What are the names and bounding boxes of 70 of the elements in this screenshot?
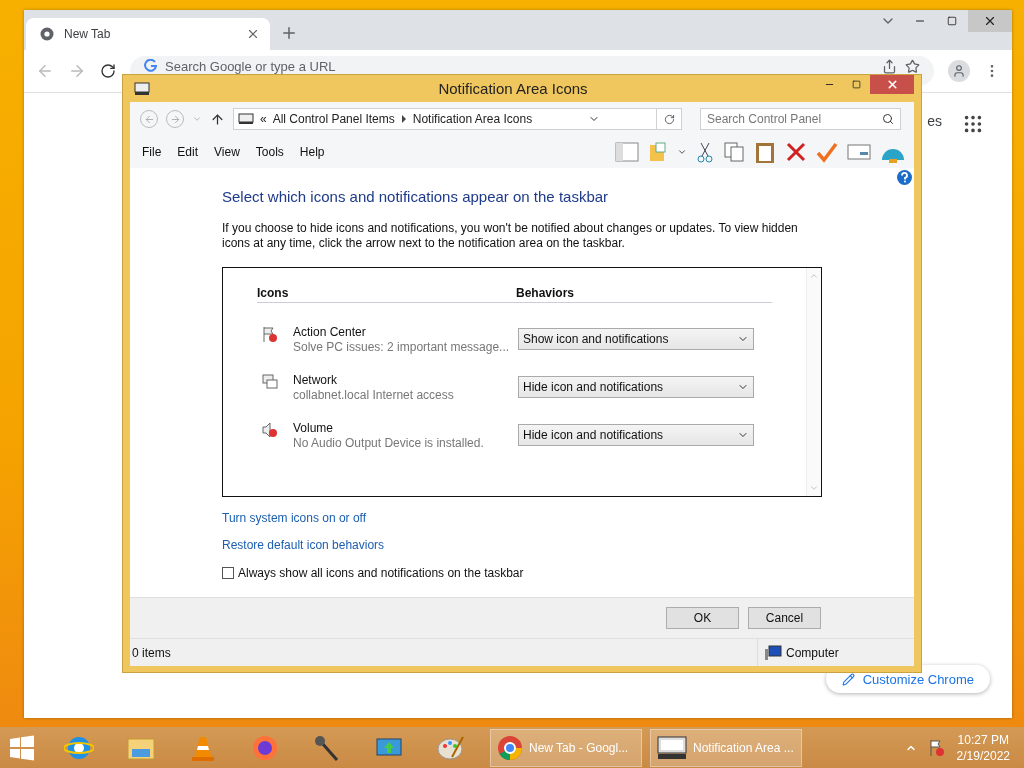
close-icon[interactable] xyxy=(246,27,260,41)
link[interactable]: Restore default icon behaviors xyxy=(222,538,385,552)
profile-icon[interactable] xyxy=(948,60,970,82)
item-count: 0 items xyxy=(131,645,172,660)
scroll-down-icon[interactable] xyxy=(809,483,819,493)
icon-detail: No Audio Output Device is installed. xyxy=(293,435,485,450)
icon-detail: collabnet.local Internet access xyxy=(293,387,455,402)
close-icon[interactable] xyxy=(870,75,914,94)
behavior-dropdown[interactable]: Show icon and notifications xyxy=(518,328,754,350)
icon-detail: Solve PC issues: 2 important message... xyxy=(293,339,511,354)
heading: Select which icons and notifications appear on the taskbar xyxy=(222,188,610,205)
properties-icon[interactable] xyxy=(847,144,871,160)
tab-title: New Tab xyxy=(64,27,112,41)
address-bar[interactable]: « All Control Panel Items Notification Area Icons xyxy=(233,108,682,130)
google-icon xyxy=(144,59,157,72)
monitor-icon xyxy=(657,735,687,760)
layout-icon[interactable] xyxy=(615,142,639,162)
speaker-icon xyxy=(261,421,279,439)
caret-icon[interactable] xyxy=(192,114,202,124)
reload-icon[interactable] xyxy=(100,63,116,79)
link[interactable]: Turn system icons on or off xyxy=(222,511,367,525)
monitor-icon xyxy=(134,81,150,96)
flag-icon[interactable] xyxy=(928,738,945,757)
forward-icon[interactable] xyxy=(68,62,86,80)
icon-name: Action Center xyxy=(293,324,367,339)
search-field[interactable]: Search Control Panel xyxy=(700,108,901,130)
status-location: Computer xyxy=(786,645,839,660)
copy-icon[interactable] xyxy=(723,141,745,163)
scroll-up-icon[interactable] xyxy=(809,271,819,281)
monitor-icon xyxy=(238,113,254,125)
description: If you choose to hide icons and notifications, you won't be notified about changes or updates. To view hidden icons at any time, click the arrow next to the notification area on the taskbar. xyxy=(222,221,799,251)
separator-icon xyxy=(400,115,407,123)
clock: 10:27 PM 2/19/2022 xyxy=(956,731,1010,764)
scrollbar[interactable] xyxy=(806,268,821,496)
menu-item[interactable]: Edit xyxy=(169,145,207,159)
computer-icon xyxy=(764,644,782,661)
scissors-icon[interactable] xyxy=(696,141,714,163)
breadcrumb-chevron: « xyxy=(260,112,267,126)
flag-icon xyxy=(261,325,279,343)
ok-button[interactable]: OK xyxy=(666,607,739,629)
menu-item[interactable]: View xyxy=(206,145,248,159)
checkmark-icon[interactable] xyxy=(816,141,838,163)
cancel-button[interactable]: Cancel xyxy=(748,607,821,629)
behavior-dropdown[interactable]: Hide icon and notifications xyxy=(518,376,754,398)
breadcrumb-item[interactable]: All Control Panel Items xyxy=(272,112,395,126)
back-icon[interactable] xyxy=(36,62,54,80)
column-header: Icons xyxy=(257,286,290,300)
icon-name: Network xyxy=(293,372,338,387)
menu-item[interactable]: Tools xyxy=(247,145,292,159)
windows-logo-icon[interactable] xyxy=(8,733,36,762)
network-icon xyxy=(261,373,279,391)
help-icon[interactable] xyxy=(897,170,912,185)
page-text: es xyxy=(927,113,942,129)
delete-icon[interactable] xyxy=(785,141,807,163)
search-icon xyxy=(882,113,894,125)
browser-tab[interactable]: New Tab xyxy=(26,18,270,50)
pencil-icon xyxy=(841,672,855,686)
breadcrumb-item[interactable]: Notification Area Icons xyxy=(412,112,533,126)
new-tab-icon[interactable] xyxy=(280,24,298,42)
star-icon[interactable] xyxy=(905,59,920,74)
caret-icon[interactable] xyxy=(677,147,687,157)
menu-item[interactable]: Help xyxy=(291,145,333,159)
behavior-dropdown[interactable]: Hide icon and notifications xyxy=(518,424,754,446)
column-header: Behaviors xyxy=(516,286,575,300)
folder-icon[interactable] xyxy=(648,141,668,163)
apps-icon[interactable] xyxy=(962,113,984,135)
share-icon[interactable] xyxy=(882,59,897,74)
always-show-checkbox[interactable]: Always show all icons and notifications on the taskbar xyxy=(222,566,524,580)
menu-item[interactable]: File xyxy=(134,145,170,159)
icon-name: Volume xyxy=(293,420,335,435)
